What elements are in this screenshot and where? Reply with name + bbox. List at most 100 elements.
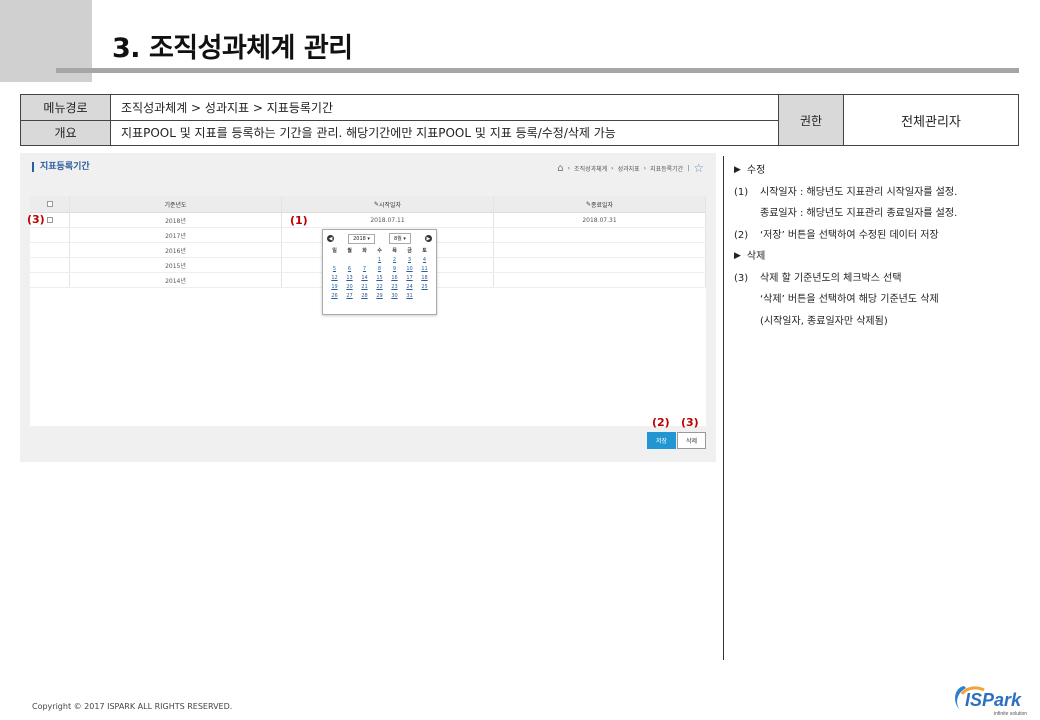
year-select[interactable]: 2018 ▾ (348, 233, 375, 244)
note-heading: 수정 (746, 165, 766, 176)
triangle-icon: ▶ (734, 165, 741, 175)
calendar-day[interactable]: 7 (357, 265, 372, 273)
year-cell: 2016년 (70, 243, 282, 257)
column-header: 기준년도 (70, 196, 282, 212)
end-date-cell[interactable] (494, 258, 706, 272)
overview-label: 개요 (20, 119, 111, 146)
notes-panel: ▶ 수정 (1) 시작일자 : 해당년도 지표관리 시작일자를 설정. 종료일자 :… (734, 160, 957, 332)
weekday-label: 금 (407, 248, 412, 254)
calendar-day[interactable]: 3 (402, 256, 417, 264)
breadcrumb-item[interactable]: 지표등록기간 (650, 164, 683, 173)
year-cell: 2015년 (70, 258, 282, 272)
note-text: ‘삭제’ 버튼을 선택하여 해당 기준년도 삭제 (760, 294, 939, 305)
calendar-day[interactable]: 4 (417, 256, 432, 264)
chevron-right-icon[interactable]: ▶ (424, 235, 432, 242)
weekday-label: 토 (422, 248, 427, 254)
calendar-day[interactable]: 14 (357, 274, 372, 282)
calendar-day[interactable]: 28 (357, 292, 372, 300)
end-date-cell[interactable]: 2018.07.31 (494, 213, 706, 227)
note-text: 종료일자 : 해당년도 지표관리 종료일자를 설정. (760, 208, 958, 219)
calendar-day[interactable]: 17 (402, 274, 417, 282)
calendar-empty (342, 256, 357, 264)
callout-1: (1) (290, 214, 308, 227)
calendar-day[interactable]: 1 (372, 256, 387, 264)
calendar-day[interactable]: 15 (372, 274, 387, 282)
breadcrumb-item[interactable]: 성과지표 (618, 164, 640, 173)
calendar-grid: 일 월 화 수 목 금 토 1 2 3 4 5 6 7 8 9 10 11 12 13 14 15 16 17 18 19 20 21… (323, 247, 436, 300)
calendar-day[interactable]: 5 (327, 265, 342, 273)
calendar-empty (327, 256, 342, 264)
auth-value: 전체관리자 (843, 94, 1019, 146)
info-table: 메뉴경로 조직성과체계 > 성과지표 > 지표등록기간 권한 전체관리자 개요 … (20, 94, 1019, 146)
save-button[interactable]: 저장 (647, 432, 676, 449)
screen-title: 지표등록기간 (32, 162, 90, 172)
row-checkbox[interactable] (46, 217, 53, 223)
title-rule (56, 68, 1019, 73)
calendar-day[interactable]: 2 (387, 256, 402, 264)
ispark-logo: ISPark infinite solution (955, 686, 1027, 717)
calendar-day[interactable]: 25 (417, 283, 432, 291)
weekday-label: 화 (362, 248, 367, 254)
date-picker: ◀ 2018 ▾ 8월 ▾ ▶ 일 월 화 수 목 금 토 1 2 3 4 5 6 7 8 9 10 11 12 13… (322, 229, 437, 315)
callout-3: (3) (681, 416, 699, 429)
copyright: Copyright © 2017 ISPARK ALL RIGHTS RESER… (32, 702, 233, 711)
calendar-day[interactable]: 6 (342, 265, 357, 273)
breadcrumb-item[interactable]: 조직성과체계 (574, 164, 607, 173)
year-cell: 2018년 (70, 213, 282, 227)
star-icon[interactable]: ☆ (693, 161, 704, 175)
calendar-day[interactable]: 18 (417, 274, 432, 282)
weekday-label: 수 (377, 248, 382, 254)
end-date-cell[interactable] (494, 243, 706, 257)
callout-3: (3) (27, 213, 45, 226)
grid-header: 기준년도 ✎ 시작일자 ✎ 종료일자 (30, 196, 706, 213)
overview-value: 지표POOL 및 지표를 등록하는 기간을 관리. 해당기간에만 지표POOL … (110, 119, 779, 146)
calendar-day[interactable]: 23 (387, 283, 402, 291)
calendar-day[interactable]: 22 (372, 283, 387, 291)
note-text: ‘저장’ 버튼을 선택하여 수정된 데이터 저장 (760, 229, 939, 241)
auth-label: 권한 (778, 94, 844, 146)
calendar-day[interactable]: 29 (372, 292, 387, 300)
svg-text:ISPark: ISPark (965, 690, 1022, 710)
menu-path-value: 조직성과체계 > 성과지표 > 지표등록기간 (110, 94, 779, 121)
end-date-cell[interactable] (494, 273, 706, 287)
divider (723, 156, 724, 660)
calendar-day[interactable]: 13 (342, 274, 357, 282)
calendar-day[interactable]: 8 (372, 265, 387, 273)
calendar-day[interactable]: 20 (342, 283, 357, 291)
calendar-day[interactable]: 19 (327, 283, 342, 291)
calendar-empty (357, 256, 372, 264)
page-title: 3. 조직성과체계 관리 (112, 33, 353, 64)
chevron-left-icon[interactable]: ◀ (327, 235, 334, 242)
calendar-day[interactable]: 9 (387, 265, 402, 273)
calendar-day[interactable]: 10 (402, 265, 417, 273)
calendar-day[interactable]: 24 (402, 283, 417, 291)
triangle-icon: ▶ (734, 251, 741, 261)
column-header: ✎ 시작일자 (282, 196, 494, 212)
year-cell: 2014년 (70, 273, 282, 287)
home-icon[interactable]: ⌂ (557, 163, 563, 174)
calendar-day[interactable]: 31 (402, 292, 417, 300)
calendar-day[interactable]: 12 (327, 274, 342, 282)
calendar-empty (417, 292, 432, 300)
weekday-label: 일 (332, 248, 337, 254)
calendar-day[interactable]: 11 (417, 265, 432, 273)
calendar-day[interactable]: 26 (327, 292, 342, 300)
delete-button[interactable]: 삭제 (677, 432, 706, 449)
calendar-day[interactable]: 30 (387, 292, 402, 300)
table-row: 2018년 2018.07.11 2018.07.31 (30, 213, 706, 228)
note-heading: 삭제 (746, 251, 766, 262)
breadcrumb: ⌂ › 조직성과체계 › 성과지표 › 지표등록기간 | ☆ (557, 161, 704, 175)
svg-text:infinite solution: infinite solution (994, 711, 1027, 717)
note-text: 시작일자 : 해당년도 지표관리 시작일자를 설정. (760, 186, 958, 198)
weekday-label: 목 (392, 248, 397, 254)
calendar-day[interactable]: 16 (387, 274, 402, 282)
start-date-cell[interactable]: 2018.07.11 (282, 213, 494, 227)
select-all-checkbox[interactable] (46, 201, 53, 207)
menu-path-label: 메뉴경로 (20, 94, 111, 121)
calendar-day[interactable]: 21 (357, 283, 372, 291)
screenshot-panel: 지표등록기간 ⌂ › 조직성과체계 › 성과지표 › 지표등록기간 | ☆ 기준… (20, 153, 716, 462)
month-select[interactable]: 8월 ▾ (389, 233, 411, 244)
end-date-cell[interactable] (494, 228, 706, 242)
calendar-day[interactable]: 27 (342, 292, 357, 300)
column-header: ✎ 종료일자 (494, 196, 706, 212)
